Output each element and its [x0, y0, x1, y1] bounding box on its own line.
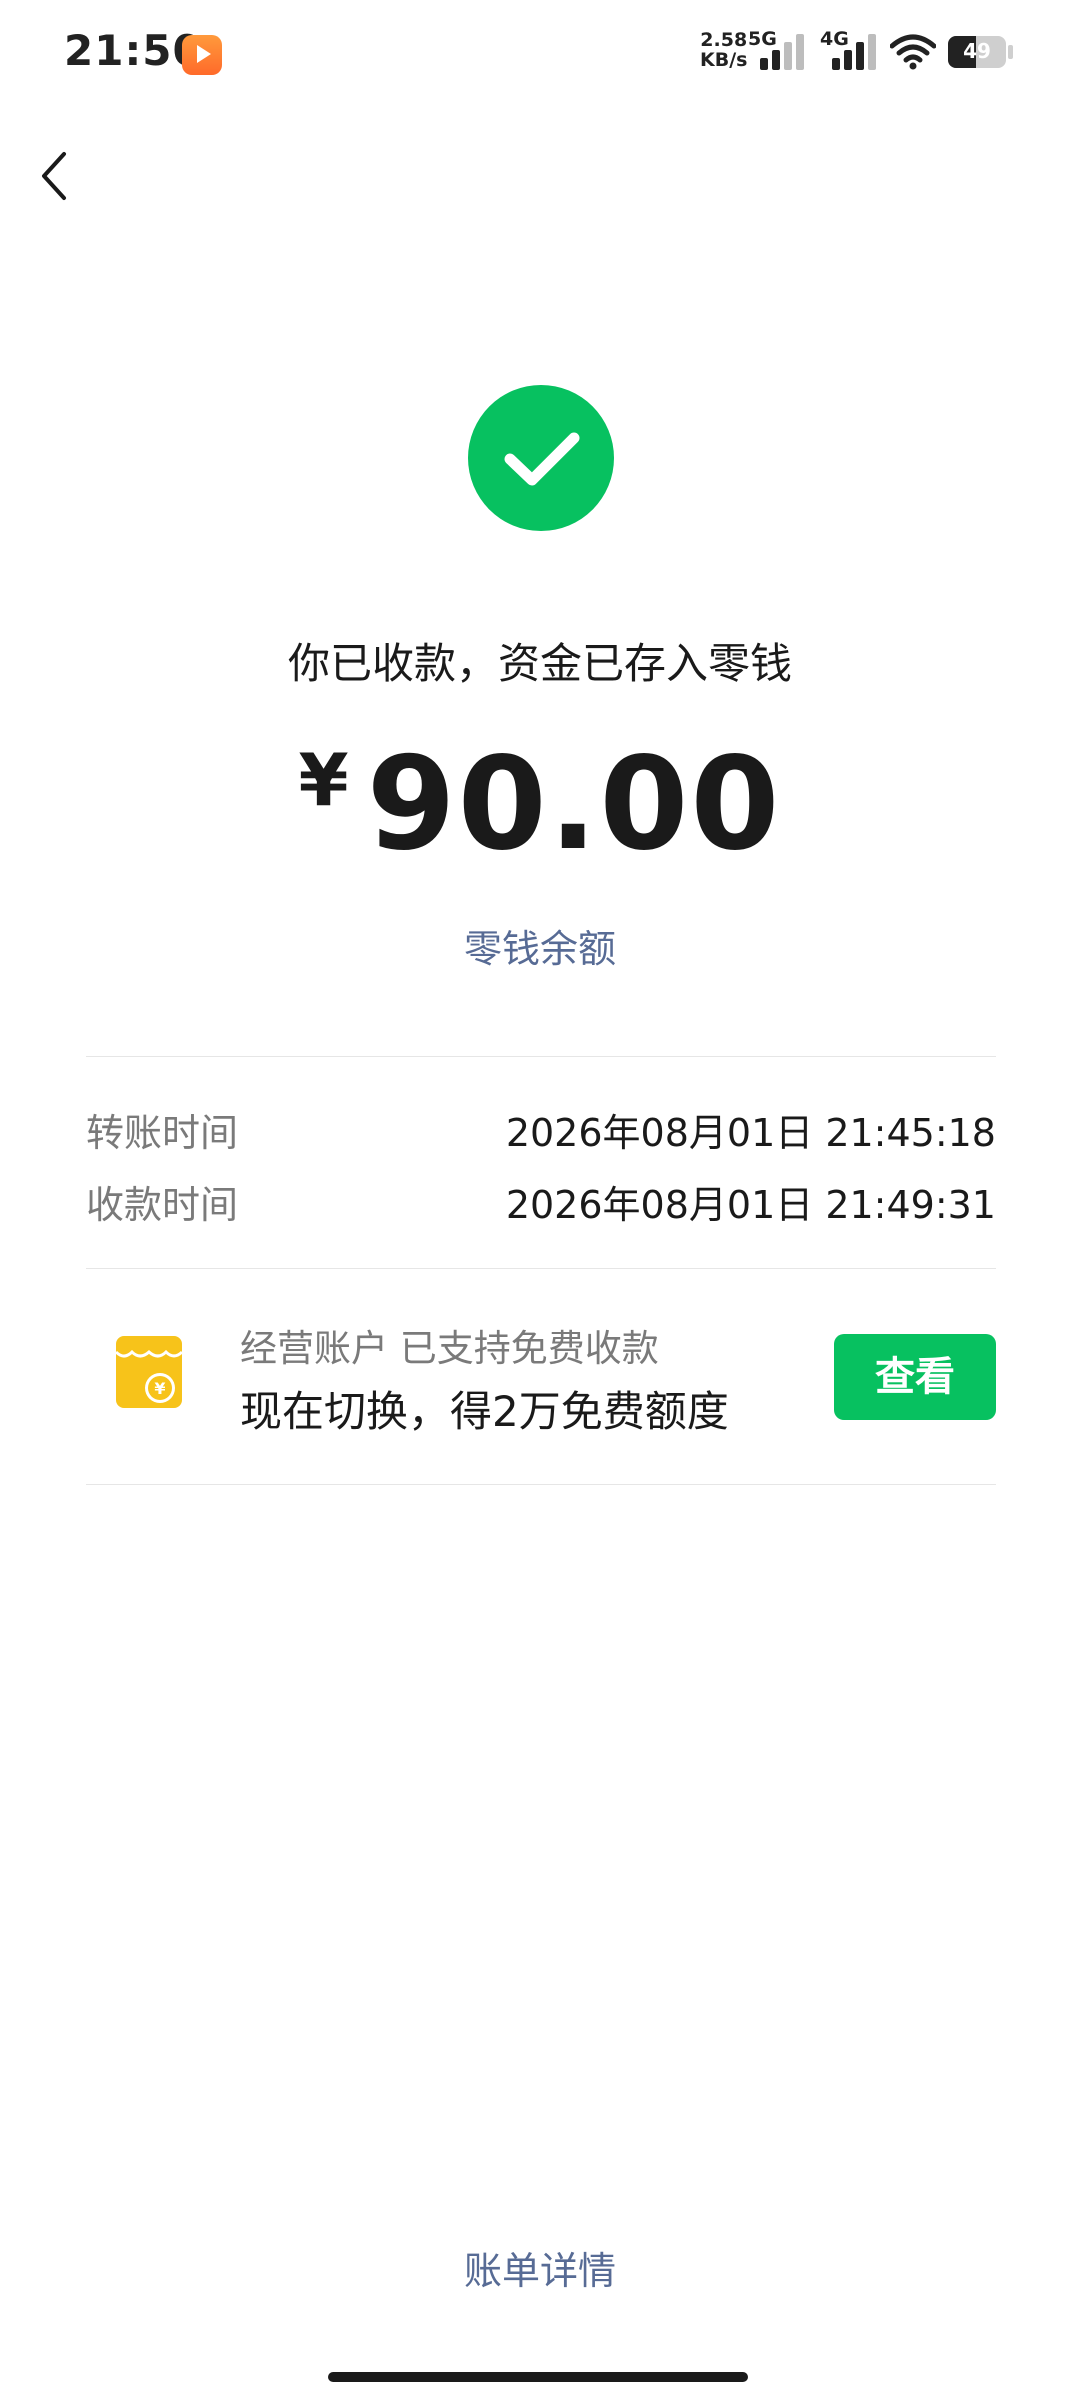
view-button[interactable]: 查看 — [834, 1334, 996, 1420]
change-balance-link[interactable]: 零钱余额 — [0, 918, 1080, 973]
battery-percent: 49 — [963, 39, 991, 63]
battery-icon: 49 — [948, 36, 1006, 68]
checkmark-icon — [504, 432, 580, 486]
network-speed: 2.58 KB/s — [700, 30, 747, 70]
received-time-label: 收款时间 — [86, 1183, 239, 1227]
promo-title: 现在切换，得2万免费额度 — [240, 1387, 729, 1436]
shop-yuan-icon: ¥ — [114, 1336, 184, 1408]
receipt-headline: 你已收款，资金已存入零钱 — [287, 639, 792, 688]
back-button[interactable] — [30, 140, 80, 210]
back-chevron-icon — [42, 152, 66, 200]
app-notification-icon — [182, 35, 222, 75]
divider — [86, 1484, 996, 1485]
wifi-icon — [890, 34, 936, 70]
received-time-value: 2026年08月01日 21:49:31 — [505, 1183, 996, 1227]
transfer-time-row: 转账时间 2026年08月01日 21:45:18 — [86, 1102, 996, 1162]
status-bar: 21:50 2.58 KB/s 5G 4G 49 — [0, 0, 1080, 110]
transfer-time-label: 转账时间 — [86, 1111, 239, 1155]
divider — [86, 1268, 996, 1269]
network-speed-unit: KB/s — [700, 49, 748, 71]
sim2-signal-icon — [832, 34, 880, 70]
amount-value: 90.00 — [366, 730, 782, 879]
bill-detail-link[interactable]: 账单详情 — [0, 2240, 1080, 2295]
svg-text:¥: ¥ — [154, 1379, 165, 1398]
home-indicator[interactable] — [328, 2372, 748, 2382]
transfer-time-value: 2026年08月01日 21:45:18 — [505, 1111, 996, 1155]
sim1-signal-icon — [760, 34, 808, 70]
success-icon — [468, 385, 614, 531]
battery-nub — [1008, 45, 1013, 59]
business-account-promo: ¥ 经营账户 已支持免费收款 现在切换，得2万免费额度 查看 — [86, 1300, 996, 1450]
received-time-row: 收款时间 2026年08月01日 21:49:31 — [86, 1174, 996, 1234]
network-speed-value: 2.58 — [700, 29, 748, 51]
amount-display: ¥90.00 — [0, 730, 1080, 879]
payment-received-page: 21:50 2.58 KB/s 5G 4G 49 你已收款，资金已存入零钱 ¥ … — [0, 0, 1080, 2400]
currency-symbol: ¥ — [298, 738, 349, 822]
promo-subtitle: 经营账户 已支持免费收款 — [240, 1327, 659, 1370]
divider — [86, 1056, 996, 1057]
